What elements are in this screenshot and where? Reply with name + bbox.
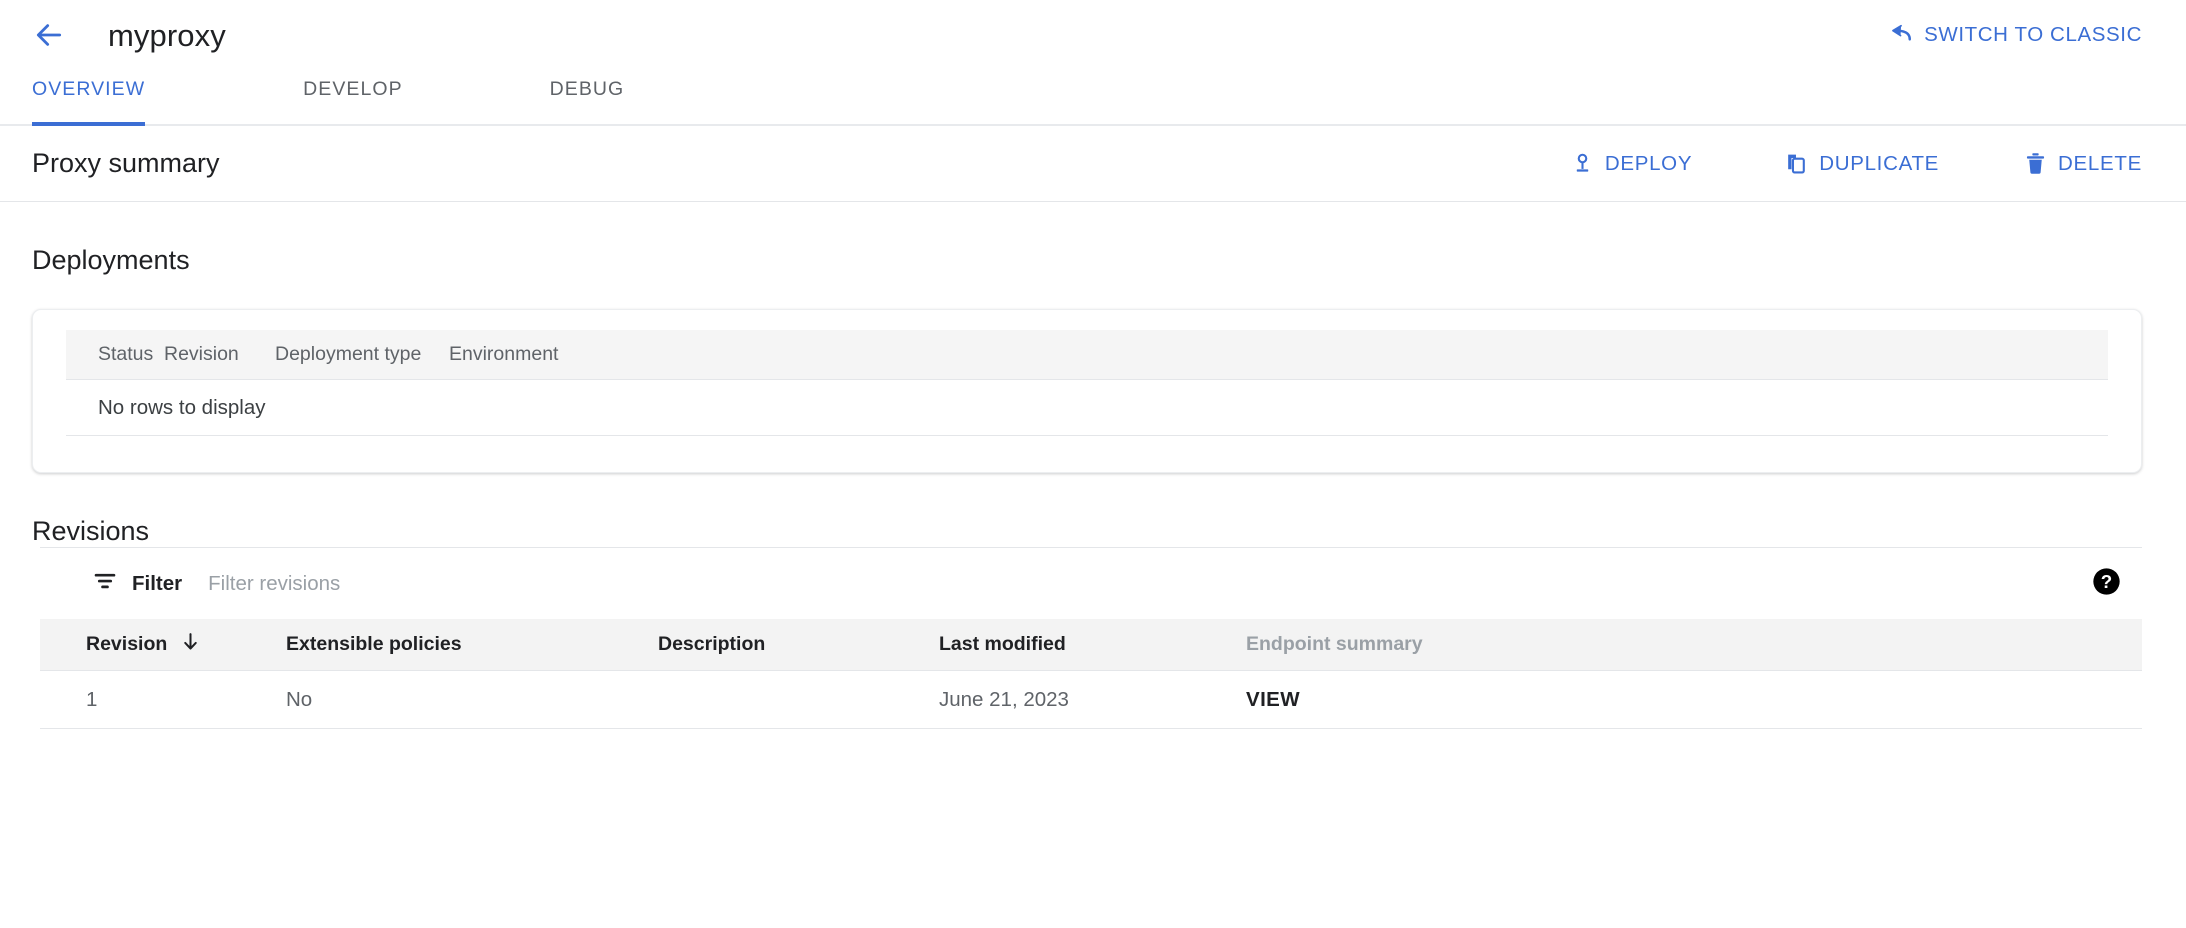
top-app-bar: myproxy SWITCH TO CLASSIC	[0, 0, 2186, 70]
table-row[interactable]: 1 No June 21, 2023 VIEW	[40, 671, 2142, 729]
tab-debug[interactable]: DEBUG	[550, 70, 625, 124]
cell-last-modified: June 21, 2023	[939, 688, 1246, 712]
trash-icon	[2023, 151, 2048, 176]
copy-icon	[1784, 151, 1809, 176]
duplicate-label: DUPLICATE	[1819, 152, 1939, 176]
revisions-table: Revision Extensible policies Description…	[40, 619, 2142, 729]
cell-extensible-policies: No	[286, 688, 658, 712]
column-header-revision: Revision	[164, 343, 275, 366]
filter-button[interactable]: Filter	[92, 568, 182, 599]
filter-icon	[92, 568, 118, 599]
deployments-card: Status Revision Deployment type Environm…	[32, 309, 2142, 473]
deploy-pin-icon	[1570, 151, 1595, 176]
delete-button[interactable]: DELETE	[2023, 151, 2142, 176]
tab-develop[interactable]: DEVELOP	[303, 70, 402, 124]
column-header-status: Status	[98, 343, 164, 366]
page-title: myproxy	[108, 20, 226, 51]
back-button[interactable]	[26, 12, 72, 58]
filter-label: Filter	[132, 572, 182, 596]
revisions-table-header: Revision Extensible policies Description…	[40, 619, 2142, 671]
proxy-summary-bar: Proxy summary DEPLOY DUPLICATE	[0, 126, 2186, 202]
column-header-revision[interactable]: Revision	[40, 631, 286, 658]
help-circle-icon[interactable]: ?	[2091, 566, 2122, 602]
revisions-section: Revisions Filter ?	[32, 516, 2142, 729]
column-header-last-modified[interactable]: Last modified	[939, 633, 1246, 656]
summary-actions: DEPLOY DUPLICATE DELETE	[1570, 151, 2142, 176]
column-header-revision-label: Revision	[86, 633, 167, 656]
sort-arrow-down-icon	[180, 631, 201, 658]
main-content: Deployments Status Revision Deployment t…	[0, 245, 2186, 729]
deployments-table-header: Status Revision Deployment type Environm…	[66, 330, 2108, 380]
duplicate-button[interactable]: DUPLICATE	[1784, 151, 1939, 176]
proxy-summary-title: Proxy summary	[32, 148, 220, 179]
cell-revision: 1	[40, 688, 286, 712]
switch-to-classic-label: SWITCH TO CLASSIC	[1924, 23, 2142, 47]
revisions-heading: Revisions	[32, 516, 2142, 547]
switch-to-classic-button[interactable]: SWITCH TO CLASSIC	[1887, 22, 2142, 48]
deployments-empty-message: No rows to display	[66, 380, 2108, 436]
column-header-description[interactable]: Description	[658, 633, 939, 656]
deploy-button[interactable]: DEPLOY	[1570, 151, 1692, 176]
svg-text:?: ?	[2101, 571, 2112, 592]
delete-label: DELETE	[2058, 152, 2142, 176]
deployments-heading: Deployments	[32, 245, 2142, 276]
column-header-endpoint-summary: Endpoint summary	[1246, 633, 2142, 656]
column-header-extensible-policies[interactable]: Extensible policies	[286, 633, 658, 656]
filter-revisions-input[interactable]	[208, 572, 808, 596]
arrow-left-icon	[33, 19, 65, 51]
column-header-environment: Environment	[449, 343, 2108, 366]
undo-arrow-icon	[1887, 22, 1913, 48]
deploy-label: DEPLOY	[1605, 152, 1692, 176]
column-header-deployment-type: Deployment type	[275, 343, 449, 366]
view-endpoint-summary-button[interactable]: VIEW	[1246, 688, 2142, 712]
tab-bar: OVERVIEW DEVELOP DEBUG	[0, 70, 2186, 126]
revisions-filter-bar: Filter ?	[40, 547, 2142, 619]
tab-overview[interactable]: OVERVIEW	[32, 70, 145, 124]
